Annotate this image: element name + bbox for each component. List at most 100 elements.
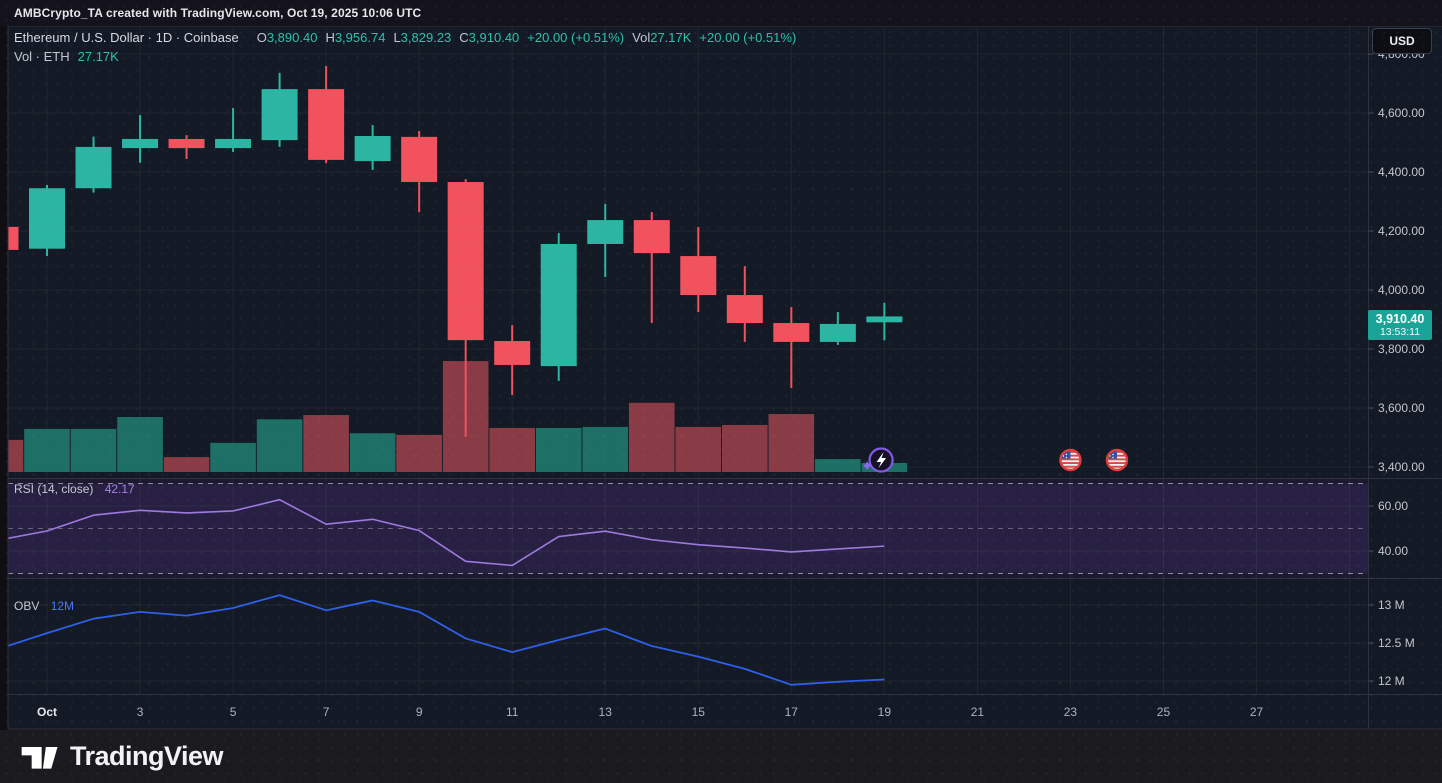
attribution-text: AMBCrypto_TA created with TradingView.co… (14, 6, 421, 20)
candle-body (541, 244, 577, 366)
time-tick-label: 21 (971, 705, 985, 719)
volume-bar (489, 428, 535, 472)
axis-tick-label: 12 M (1378, 674, 1405, 688)
low-label: L (393, 30, 400, 45)
tradingview-brand-text: TradingView (70, 741, 223, 772)
last-price-badge[interactable]: 3,910.40 13:53:11 (1368, 310, 1432, 340)
volume-bar (536, 428, 582, 472)
candle-body (215, 139, 251, 148)
candle-body (262, 89, 298, 140)
high-value: 3,956.74 (335, 30, 386, 45)
candle-body (0, 227, 18, 250)
candle-body (494, 341, 530, 365)
volume-bar (164, 457, 210, 472)
symbol-title: Ethereum / U.S. Dollar · 1D · Coinbase (14, 30, 239, 45)
time-tick-label: 17 (785, 705, 799, 719)
candle-body (587, 220, 623, 244)
candle-body (355, 136, 391, 161)
tradingview-chart-page: { "header": { "attribution": "AMBCrypto_… (0, 0, 1442, 783)
volume-bar (582, 427, 628, 472)
attribution-bar: AMBCrypto_TA created with TradingView.co… (0, 0, 1442, 26)
time-tick-label: 3 (137, 705, 144, 719)
chart-canvas[interactable]: 4,800.004,600.004,400.004,200.004,000.00… (0, 0, 1442, 783)
open-label: O (257, 30, 267, 45)
axis-tick-label: 4,000.00 (1378, 283, 1425, 297)
candle-body (680, 256, 716, 295)
obv-legend-label: OBV (14, 599, 39, 613)
time-tick-label: 19 (878, 705, 892, 719)
time-tick-label: Oct (37, 705, 57, 719)
candle-body (634, 220, 670, 253)
currency-toggle-button[interactable]: USD (1372, 28, 1432, 54)
candle-body (773, 323, 809, 342)
time-tick-label: 11 (506, 705, 519, 719)
low-value: 3,829.23 (401, 30, 452, 45)
close-label: C (459, 30, 468, 45)
time-tick-label: 15 (692, 705, 706, 719)
tradingview-logo[interactable]: TradingView (20, 740, 223, 774)
axis-tick-label: 3,600.00 (1378, 401, 1425, 415)
volume-bar (71, 429, 117, 472)
volume-bar (722, 425, 768, 472)
axis-tick-label: 4,400.00 (1378, 165, 1425, 179)
close-value: 3,910.40 (469, 30, 520, 45)
vol-change: +20.00 (+0.51%) (699, 30, 796, 45)
axis-tick-label: 4,200.00 (1378, 224, 1425, 238)
candle-body (169, 139, 205, 148)
candle-body (122, 139, 158, 148)
axis-tick-label: 3,800.00 (1378, 342, 1425, 356)
volume-bar (0, 440, 23, 472)
candle-body (866, 316, 902, 322)
candle-body (448, 182, 484, 340)
axis-tick-label: 13 M (1378, 598, 1405, 612)
time-tick-label: 9 (416, 705, 423, 719)
obv-legend[interactable]: OBV 12M (14, 599, 74, 613)
volume-bar (675, 427, 721, 472)
candle-body (29, 188, 65, 248)
last-price-value: 3,910.40 (1376, 312, 1425, 326)
time-tick-label: 27 (1250, 705, 1264, 719)
candle-body (76, 147, 112, 188)
symbol-legend[interactable]: Ethereum / U.S. Dollar · 1D · Coinbase O… (14, 30, 796, 45)
obv-legend-value: 12M (51, 599, 74, 613)
footer-bar: TradingView (0, 730, 1442, 783)
vol-label: Vol (632, 30, 650, 45)
candle-body (401, 137, 437, 182)
volume-legend[interactable]: Vol · ETH 27.17K (14, 49, 119, 64)
rsi-legend-label: RSI (14, close) (14, 482, 93, 496)
rsi-legend[interactable]: RSI (14, close) 42.17 (14, 482, 135, 496)
axis-tick-label: 12.5 M (1378, 636, 1415, 650)
us-flag-event-icon[interactable] (1107, 450, 1127, 470)
volume-bar (303, 415, 349, 472)
time-tick-label: 5 (230, 705, 237, 719)
volume-legend-value: 27.17K (78, 49, 119, 64)
volume-bar (769, 414, 815, 472)
volume-bar (117, 417, 163, 472)
volume-bar (257, 419, 303, 472)
bar-close-countdown: 13:53:11 (1380, 326, 1420, 338)
price-change: +20.00 (+0.51%) (527, 30, 624, 45)
volume-bar (396, 435, 442, 472)
open-value: 3,890.40 (267, 30, 318, 45)
volume-bar (815, 459, 861, 472)
tradingview-logo-icon (20, 740, 60, 774)
volume-bar (210, 443, 256, 472)
time-tick-label: 25 (1157, 705, 1171, 719)
axis-tick-label: 60.00 (1378, 499, 1408, 513)
candle-body (727, 295, 763, 323)
rsi-legend-value: 42.17 (105, 482, 135, 496)
high-label: H (325, 30, 334, 45)
chart-background (8, 26, 1442, 729)
axis-tick-label: 4,600.00 (1378, 106, 1425, 120)
time-tick-label: 13 (599, 705, 613, 719)
time-tick-label: 23 (1064, 705, 1078, 719)
volume-bar (24, 429, 70, 472)
volume-bar (629, 403, 675, 472)
volume-legend-label: Vol · ETH (14, 49, 70, 64)
vol-value: 27.17K (650, 30, 691, 45)
volume-bar (350, 433, 396, 472)
us-flag-event-icon[interactable] (1060, 450, 1080, 470)
axis-tick-label: 40.00 (1378, 544, 1408, 558)
candle-body (308, 89, 344, 160)
axis-tick-label: 3,400.00 (1378, 460, 1425, 474)
